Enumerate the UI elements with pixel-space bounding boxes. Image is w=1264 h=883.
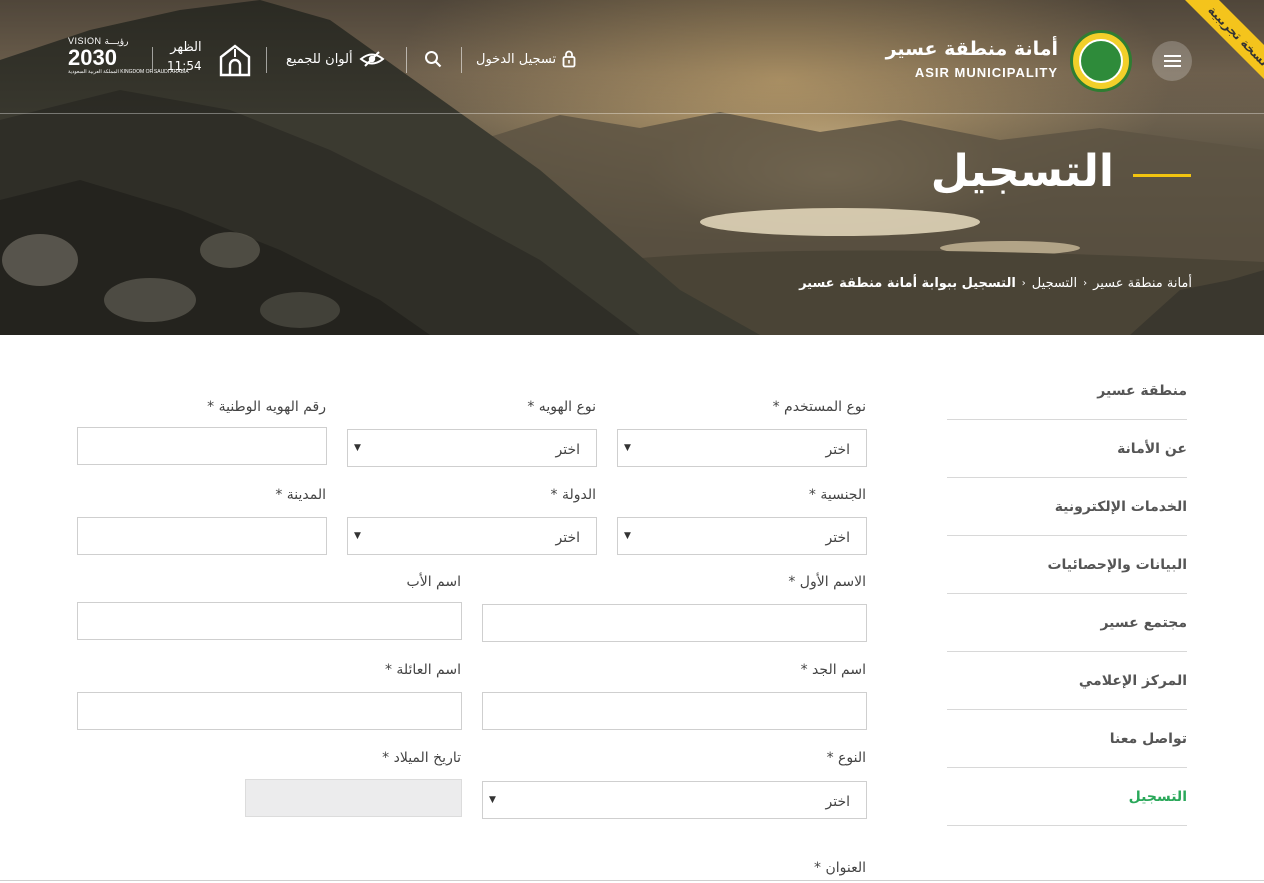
first-name-label: الاسم الأول * — [788, 574, 866, 590]
page-bottom-border — [0, 880, 1264, 881]
lock-icon — [562, 50, 576, 68]
grandfather-name-label: اسم الجد * — [800, 662, 866, 678]
nationality-select[interactable]: اختر ▼ — [617, 517, 867, 555]
hamburger-menu-button[interactable] — [1152, 41, 1192, 81]
header-divider — [0, 113, 1264, 114]
id-type-value: اختر — [555, 442, 581, 458]
vision-year: 2030 — [68, 45, 117, 70]
menu-icon — [1163, 60, 1181, 62]
user-type-value: اختر — [825, 442, 851, 458]
nationality-label: الجنسية * — [808, 487, 866, 503]
mosque-icon — [219, 44, 251, 77]
caret-down-icon: ▼ — [489, 795, 496, 805]
hero-banner: أمانة منطقة عسير ASIR MUNICIPALITY نسخة … — [0, 0, 1264, 335]
country-label: الدولة * — [550, 487, 597, 503]
family-name-input[interactable] — [77, 692, 462, 730]
user-type-label: نوع المستخدم * — [772, 399, 866, 415]
login-label: تسجيل الدخول — [476, 51, 557, 67]
address-label: العنوان * — [814, 860, 866, 876]
first-name-input[interactable] — [482, 604, 867, 642]
id-type-select[interactable]: اختر ▼ — [347, 429, 597, 467]
city-label: المدينة * — [275, 487, 326, 503]
caret-down-icon: ▼ — [624, 531, 631, 541]
birthdate-label: تاريخ الميلاد * — [382, 750, 461, 766]
father-name-input[interactable] — [77, 602, 462, 640]
country-value: اختر — [555, 530, 581, 546]
sidebar-nav: منطقة عسير عن الأمانة الخدمات الإلكتروني… — [947, 362, 1187, 826]
eye-slash-icon — [359, 51, 385, 67]
header-separator — [266, 47, 267, 73]
breadcrumb-item-home[interactable]: أمانة منطقة عسير — [1093, 276, 1192, 291]
breadcrumb: أمانة منطقة عسير ‹ التسجيل ‹ التسجيل ببو… — [799, 276, 1192, 291]
id-type-label: نوع الهويه * — [527, 399, 596, 415]
search-icon — [425, 51, 442, 68]
chevron-left-icon: ‹ — [1021, 278, 1026, 289]
sidebar-item-contact[interactable]: تواصل معنا — [947, 710, 1187, 768]
caret-down-icon: ▼ — [624, 443, 631, 453]
father-name-label: اسم الأب — [406, 574, 461, 590]
user-type-select[interactable]: اختر ▼ — [617, 429, 867, 467]
caret-down-icon: ▼ — [354, 531, 361, 541]
login-link[interactable]: تسجيل الدخول — [476, 50, 576, 68]
sidebar-item-data-stats[interactable]: البيانات والإحصائيات — [947, 536, 1187, 594]
header-separator — [406, 47, 407, 73]
caret-down-icon: ▼ — [354, 443, 361, 453]
nationality-value: اختر — [825, 530, 851, 546]
sidebar-item-register[interactable]: التسجيل — [947, 768, 1187, 826]
sidebar-item-e-services[interactable]: الخدمات الإلكترونية — [947, 478, 1187, 536]
sidebar-item-media-center[interactable]: المركز الإعلامي — [947, 652, 1187, 710]
search-button[interactable] — [424, 50, 442, 68]
family-name-label: اسم العائلة * — [384, 662, 461, 678]
breadcrumb-item-current: التسجيل ببوابة أمانة منطقة عسير — [799, 276, 1016, 291]
sidebar-item-asir-region[interactable]: منطقة عسير — [947, 362, 1187, 420]
title-accent-line — [1133, 174, 1191, 177]
brand-name-arabic: أمانة منطقة عسير — [885, 38, 1058, 60]
country-select[interactable]: اختر ▼ — [347, 517, 597, 555]
gender-label: النوع * — [826, 750, 866, 766]
city-input[interactable] — [77, 517, 327, 555]
header-separator — [461, 47, 462, 73]
breadcrumb-item-register[interactable]: التسجيل — [1032, 276, 1077, 291]
vision-subtitle: المملكة العربية السعودية KINGDOM OF SAUD… — [68, 69, 189, 75]
national-id-input[interactable] — [77, 427, 327, 465]
grandfather-name-input[interactable] — [482, 692, 867, 730]
gender-value: اختر — [825, 794, 851, 810]
chevron-left-icon: ‹ — [1083, 278, 1088, 289]
gender-select[interactable]: اختر ▼ — [482, 781, 867, 819]
national-id-label: رقم الهويه الوطنية * — [207, 399, 326, 415]
sidebar-item-about[interactable]: عن الأمانة — [947, 420, 1187, 478]
colors-label: ألوان للجميع — [286, 51, 353, 67]
asir-municipality-logo[interactable] — [1070, 30, 1132, 92]
vision-2030-logo[interactable]: VISION رؤيـــة 2030 المملكة العربية السع… — [68, 36, 189, 75]
accessibility-colors-button[interactable]: ألوان للجميع — [286, 50, 385, 68]
sidebar-item-community[interactable]: مجتمع عسير — [947, 594, 1187, 652]
brand-name-english: ASIR MUNICIPALITY — [914, 65, 1058, 80]
page-title: التسجيل — [930, 146, 1114, 197]
birthdate-input[interactable] — [245, 779, 462, 817]
